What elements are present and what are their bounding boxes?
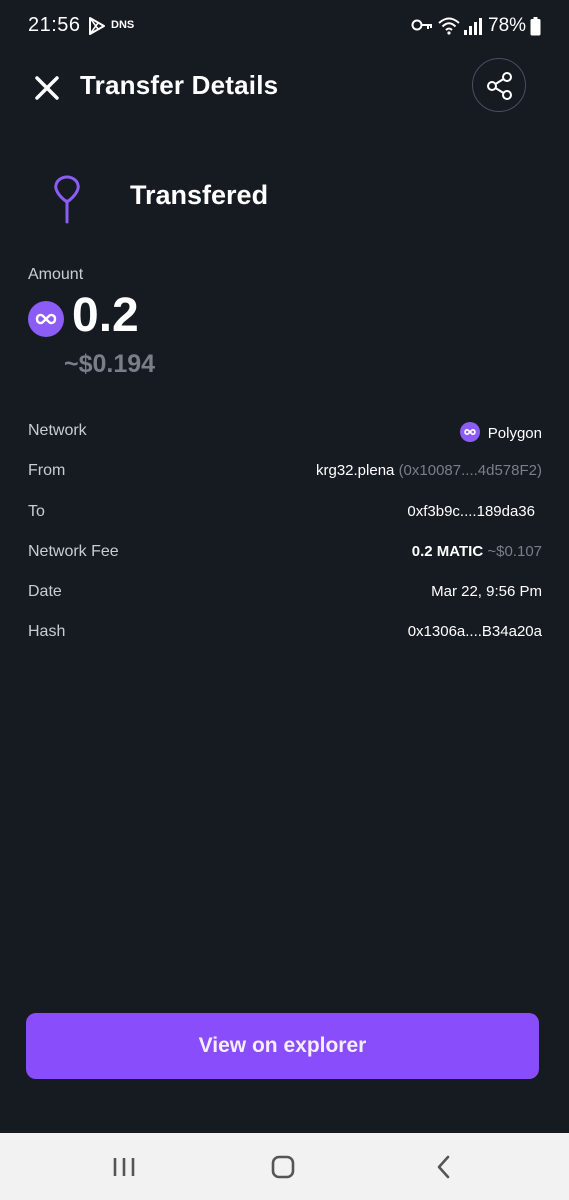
- date-value: Mar 22, 9:56 Pm: [431, 583, 542, 601]
- battery-icon: [530, 17, 541, 41]
- back-button[interactable]: [430, 1153, 458, 1181]
- close-button[interactable]: [32, 73, 62, 103]
- network-fee-amount: 0.2 MATIC: [411, 542, 484, 560]
- to-address[interactable]: 0xf3b9c....189da36: [407, 503, 535, 520]
- detail-row-to: To 0xf3b9c....189da36: [28, 493, 542, 533]
- detail-row-network-fee: Network Fee 0.2 MATIC ~$0.107: [28, 533, 542, 573]
- from-value[interactable]: krg32.plena (0x10087....4d578F2): [316, 462, 542, 479]
- home-button[interactable]: [268, 1153, 298, 1181]
- polygon-matic-icon: [28, 301, 64, 337]
- transaction-status: Transfered: [0, 170, 569, 230]
- share-button[interactable]: [472, 58, 526, 112]
- recents-icon: [113, 1158, 135, 1176]
- from-address: (0x10087....4d578F2): [398, 462, 542, 480]
- recent-apps-button[interactable]: [110, 1153, 138, 1181]
- play-store-icon: [88, 17, 106, 40]
- network-fee-value: 0.2 MATIC ~$0.107: [412, 543, 542, 560]
- status-bar: 21:56 DNS 78%: [0, 0, 569, 54]
- share-icon: [487, 72, 512, 100]
- detail-row-hash: Hash 0x1306a....B34a20a: [28, 613, 542, 653]
- transfer-details-list: Network Polygon From krg32.plena (0x1008…: [28, 412, 542, 654]
- network-fee-usd: ~$0.107: [487, 542, 542, 560]
- network-value: Polygon: [459, 422, 542, 442]
- header: Transfer Details: [0, 56, 569, 116]
- date-label: Date: [28, 583, 62, 601]
- detail-row-from: From krg32.plena (0x10087....4d578F2): [28, 452, 542, 492]
- location-pin-icon: [52, 175, 82, 230]
- network-label: Network: [28, 422, 87, 439]
- battery-percentage: 78%: [488, 15, 527, 36]
- back-chevron-icon: [437, 1155, 450, 1179]
- hash-label: Hash: [28, 623, 66, 641]
- polygon-network-icon: [459, 422, 480, 442]
- home-icon: [271, 1155, 295, 1179]
- amount-usd-value: ~$0.194: [64, 350, 156, 378]
- page-title: Transfer Details: [80, 70, 279, 100]
- hash-value[interactable]: 0x1306a....B34a20a: [408, 623, 542, 640]
- network-fee-label: Network Fee: [28, 542, 119, 560]
- detail-row-date: Date Mar 22, 9:56 Pm: [28, 573, 542, 613]
- detail-row-network: Network Polygon: [28, 412, 542, 452]
- close-icon: [35, 76, 59, 100]
- network-name: Polygon: [487, 425, 542, 442]
- wifi-icon: [438, 16, 460, 41]
- dns-indicator: DNS: [111, 19, 135, 31]
- from-name: krg32.plena: [315, 462, 395, 480]
- vpn-key-icon: [411, 18, 433, 37]
- from-label: From: [28, 462, 66, 480]
- view-on-explorer-button[interactable]: View on explorer: [26, 1013, 539, 1079]
- signal-icon: [463, 17, 483, 40]
- to-label: To: [28, 502, 45, 520]
- status-time: 21:56: [28, 14, 81, 36]
- amount-value: 0.2: [72, 289, 139, 342]
- status-label: Transfered: [130, 180, 269, 210]
- system-navigation-bar: [0, 1133, 569, 1200]
- amount-label: Amount: [28, 266, 84, 283]
